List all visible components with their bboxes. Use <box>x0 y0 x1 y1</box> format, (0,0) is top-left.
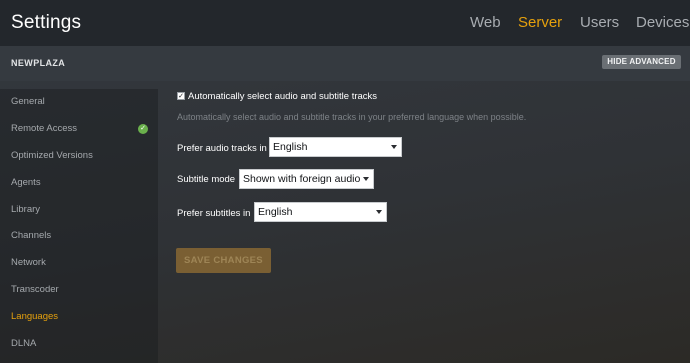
subtitles-value: English <box>258 206 293 218</box>
subtitle-mode-label: Subtitle mode <box>177 174 236 185</box>
subtitle-mode-value: Shown with foreign audio <box>243 173 361 185</box>
subtitles-select[interactable]: English <box>254 202 387 222</box>
sidebar-item-network[interactable]: Network <box>0 250 158 276</box>
auto-select-help-text: Automatically select audio and subtitle … <box>177 112 527 122</box>
sidebar-item-remote-access[interactable]: Remote Access ✓ <box>0 116 158 142</box>
sidebar-item-channels[interactable]: Channels <box>0 223 158 249</box>
chevron-down-icon <box>363 177 369 181</box>
sidebar-item-label: Remote Access <box>11 123 77 134</box>
audio-tracks-value: English <box>273 141 308 153</box>
chevron-down-icon <box>376 210 382 214</box>
top-header: Settings Web Server Users Devices <box>0 0 690 46</box>
tab-web[interactable]: Web <box>470 14 501 31</box>
tab-users[interactable]: Users <box>580 14 619 31</box>
sidebar-item-dlna[interactable]: DLNA <box>0 331 158 357</box>
sidebar-item-optimized-versions[interactable]: Optimized Versions <box>0 143 158 169</box>
auto-select-label: Automatically select audio and subtitle … <box>188 91 378 102</box>
sidebar-item-languages[interactable]: Languages <box>0 304 158 330</box>
auto-select-checkbox[interactable]: ✓ <box>177 92 185 100</box>
audio-tracks-select[interactable]: English <box>269 137 402 157</box>
tab-devices[interactable]: Devices <box>636 14 689 31</box>
sidebar-item-transcoder[interactable]: Transcoder <box>0 277 158 303</box>
audio-tracks-label: Prefer audio tracks in <box>177 143 267 154</box>
server-bar: NEWPLAZA <box>0 46 690 81</box>
subtitle-mode-select[interactable]: Shown with foreign audio <box>239 169 374 189</box>
top-tabs: Web Server Users Devices <box>0 14 690 34</box>
sidebar: General Remote Access ✓ Optimized Versio… <box>0 89 158 363</box>
save-changes-button[interactable]: SAVE CHANGES <box>176 248 271 273</box>
hide-advanced-button[interactable]: HIDE ADVANCED <box>602 55 681 69</box>
subtitles-label: Prefer subtitles in <box>177 208 251 219</box>
sidebar-item-library[interactable]: Library <box>0 197 158 223</box>
tab-server[interactable]: Server <box>518 14 562 31</box>
chevron-down-icon <box>391 145 397 149</box>
sidebar-item-agents[interactable]: Agents <box>0 170 158 196</box>
check-circle-icon: ✓ <box>138 124 148 134</box>
sidebar-item-general[interactable]: General <box>0 89 158 115</box>
server-name: NEWPLAZA <box>11 58 66 68</box>
